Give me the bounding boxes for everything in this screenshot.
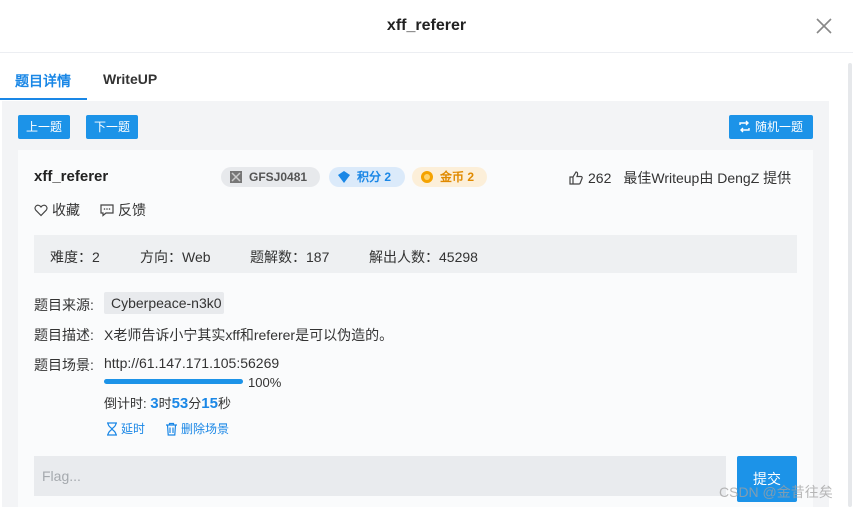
trash-icon	[166, 422, 177, 436]
modal-header: xff_referer	[0, 0, 853, 53]
tab-details[interactable]: 题目详情	[15, 71, 71, 91]
active-tab-indicator	[0, 98, 87, 100]
hourglass-icon	[107, 421, 117, 436]
description-label: 题目描述:	[34, 327, 94, 343]
countdown-minutes: 53	[171, 395, 189, 412]
shuffle-icon	[739, 120, 750, 133]
watermark: CSDN @金昔往矣	[719, 484, 833, 500]
source-value: Cyberpeace-n3k0	[104, 292, 224, 314]
source-label: 题目来源:	[34, 297, 94, 313]
coin-value: 金币 2	[440, 170, 475, 184]
scrollbar[interactable]	[848, 63, 852, 507]
difficulty: 难度：2	[50, 249, 100, 265]
random-button-label: 随机一题	[754, 120, 803, 134]
challenge-title: xff_referer	[34, 168, 109, 185]
countdown-hours: 3	[150, 395, 159, 412]
next-button[interactable]: 下一题	[86, 115, 138, 139]
delete-scene-label: 删除场景	[181, 422, 230, 436]
description-text: X老师告诉小宁其实xff和referer是可以伪造的。	[104, 327, 394, 343]
extend-button[interactable]: 延时	[106, 420, 145, 437]
stats-bar: 难度：2 方向：Web 题解数：187 解出人数：45298	[34, 235, 797, 273]
flag-input[interactable]	[34, 456, 726, 496]
writeup-info: 262 最佳Writeup由 DengZ 提供	[568, 168, 791, 188]
countdown-seconds: 15	[201, 395, 218, 412]
thumbs-up-icon[interactable]	[568, 170, 584, 186]
countdown-hours-unit: 时	[158, 396, 172, 411]
prev-button[interactable]: 上一题	[18, 115, 70, 139]
message-icon	[100, 204, 114, 217]
score-value: 积分 2	[357, 170, 392, 184]
random-button[interactable]: 随机一题	[729, 115, 813, 139]
scene-progress-fill	[104, 379, 243, 384]
extend-label: 延时	[121, 422, 146, 436]
tab-writeup[interactable]: WriteUP	[103, 71, 157, 87]
progress-text: 100%	[248, 375, 282, 390]
feedback-label: 反馈	[118, 202, 146, 218]
solver-count: 解出人数：45298	[369, 249, 478, 265]
direction: 方向：Web	[140, 249, 211, 265]
best-writeup-text[interactable]: 最佳Writeup由 DengZ 提供	[623, 168, 791, 188]
tab-bar: 题目详情 WriteUP	[0, 53, 853, 101]
countdown: 倒计时: 3时53分15秒	[104, 393, 231, 412]
countdown-minutes-unit: 分	[188, 396, 202, 411]
score-tag: 积分 2	[329, 167, 405, 187]
like-count: 262	[588, 170, 612, 186]
coin-icon	[421, 171, 433, 183]
challenge-id: GFSJ0481	[249, 170, 308, 184]
delete-scene-button[interactable]: 删除场景	[165, 420, 229, 437]
diamond-icon	[338, 171, 350, 183]
puzzle-icon	[230, 171, 242, 183]
card-actions: 收藏 反馈	[34, 200, 146, 220]
countdown-prefix: 倒计时:	[104, 396, 151, 411]
favorite-button[interactable]: 收藏	[34, 200, 80, 220]
feedback-button[interactable]: 反馈	[100, 200, 146, 220]
challenge-id-tag: GFSJ0481	[221, 167, 320, 187]
scene-url[interactable]: http://61.147.171.105:56269	[104, 355, 279, 371]
scene-label: 题目场景:	[34, 357, 94, 373]
favorite-label: 收藏	[52, 202, 80, 218]
scene-progress-bar	[104, 379, 243, 384]
modal-title: xff_referer	[386, 17, 467, 34]
coin-tag: 金币 2	[412, 167, 487, 187]
solve-count: 题解数：187	[250, 249, 330, 265]
heart-icon	[34, 204, 48, 217]
close-icon[interactable]	[815, 17, 833, 35]
countdown-seconds-unit: 秒	[217, 396, 231, 411]
